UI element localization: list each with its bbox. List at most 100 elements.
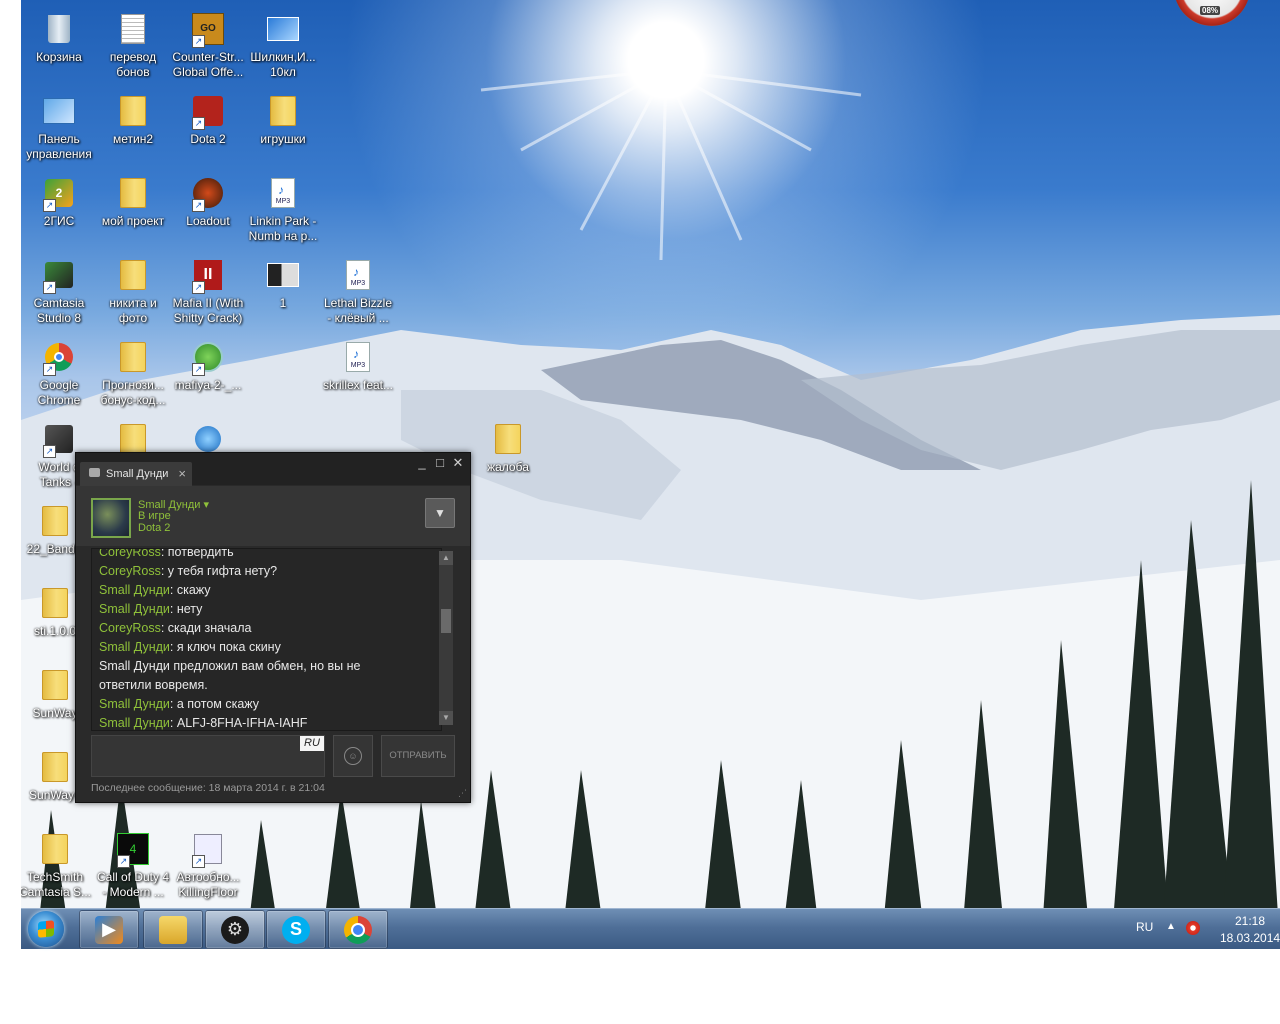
desktop-icon-lethal-bizzle[interactable]: ♪ MP3 Lethal Bizzle - клёвый ... [320,258,396,338]
scroll-up-icon[interactable]: ▲ [439,551,453,565]
chat-message: Small Дунди: я ключ пока скину [92,638,441,657]
desktop-icon-camtasia[interactable]: ↗ Camtasia Studio 8 [21,258,97,338]
image-file-icon [266,258,300,292]
clock-date[interactable]: 18.03.2014 [1220,931,1280,945]
message-text: у тебя гифта нету? [167,564,278,578]
desktop-icon-loadout[interactable]: ↗ Loadout [170,176,246,256]
taskbar-steam[interactable]: ⚙ [205,910,265,949]
message-text: а потом скажу [176,697,260,711]
recycle-bin-icon [42,12,76,46]
desktop-icon-moy-proekt[interactable]: мой проект [95,176,171,256]
taskbar-chrome[interactable] [328,910,388,949]
desktop-icon-1[interactable]: 1 [245,258,321,338]
desktop-icon-cod4[interactable]: 4 ↗ Call of Duty 4 - Modern ... [95,832,171,912]
desktop-icon-mafia2[interactable]: II ↗ Mafia II (With Shitty Crack) [170,258,246,338]
message-separator: : [169,640,177,654]
show-hidden-icons-icon[interactable]: ▲ [1166,921,1176,932]
close-tab-icon[interactable]: × [178,462,186,486]
desktop-icon-zhaloba[interactable]: жалоба [470,422,546,502]
desktop-icon-mafiya-torrent[interactable]: ↗ mafiya-2-_... [170,340,246,420]
message-author: Small Дунди [99,602,170,616]
desktop-icon-label: Прогнози... бонус-код... [100,378,166,407]
chat-tab[interactable]: Small Дунди × [80,462,192,486]
desktop-icon-csgo[interactable]: GO ↗ Counter-Str... Global Offe... [170,12,246,92]
message-separator: : [169,697,177,711]
message-author: Small Дунди [99,640,170,654]
folder-icon [491,422,525,456]
folder-icon [38,832,72,866]
trade-offer-notice: Small Дунди предложил вам обмен, но вы н… [99,659,361,692]
mp3-file-icon: ♪ MP3 [266,176,300,210]
chat-message-input[interactable] [91,735,325,777]
taskbar-explorer[interactable] [143,910,203,949]
chat-tab-label: Small Дунди [106,468,169,480]
chat-message: CoreyRoss: скади значала [92,619,441,638]
message-separator: : [160,564,168,578]
cod4-icon: 4 ↗ [116,832,150,868]
send-button[interactable]: ОТПРАВИТЬ [381,735,455,777]
avatar[interactable] [91,498,131,538]
desktop-icon-label: Camtasia Studio 8 [33,296,85,325]
image-file-icon [266,12,300,46]
desktop-icon-google-chrome[interactable]: ↗ Google Chrome [21,340,97,420]
csgo-icon: GO ↗ [191,12,225,48]
minimize-icon[interactable]: _ [414,455,430,471]
resize-grip-icon[interactable]: ⋰ [458,788,467,799]
folder-icon [266,94,300,128]
chat-options-button[interactable]: ▼ [425,498,455,528]
input-language-indicator[interactable]: RU [1136,920,1153,934]
steam-chat-window[interactable]: Small Дунди × _ □ ✕ Small Дунди ▾ В игре… [75,452,471,803]
desktop-icon-metin2[interactable]: метин2 [95,94,171,174]
control-panel-icon [42,94,76,128]
desktop-icon-label: mafiya-2-_... [174,378,242,392]
scroll-thumb[interactable] [441,609,451,633]
desktop-icon-igrushki[interactable]: игрушки [245,94,321,174]
close-icon[interactable]: ✕ [450,455,466,471]
message-author: Small Дунди [99,716,170,730]
taskbar-media-player[interactable]: ▶ [79,910,139,949]
input-language-badge: RU [300,736,324,751]
desktop-icon-label: Шилкин,И... 10кл [250,50,316,79]
desktop-icon-shilkin[interactable]: Шилкин,И... 10кл [245,12,321,92]
desktop-icon-control-panel[interactable]: Панель управления [21,94,97,174]
chat-log[interactable]: CoreyRoss: потвердить CoreyRoss: у тебя … [91,548,442,731]
dota2-icon: ↗ [191,94,225,130]
emoticon-button[interactable]: ☺ [333,735,373,777]
folder-icon [38,668,72,702]
folder-icon [116,94,150,128]
message-separator: : [169,602,177,616]
mp3-file-icon: ♪ MP3 [341,340,375,374]
maximize-icon[interactable]: □ [432,455,448,471]
world-of-tanks-icon: ↗ [42,422,76,458]
clock-time[interactable]: 21:18 [1220,914,1280,928]
folder-icon [116,422,150,456]
desktop-icon-2gis[interactable]: 2 ↗ 2ГИС [21,176,97,256]
desktop-icon-recycle-bin[interactable]: Корзина [21,12,97,92]
desktop-icon-techsmith[interactable]: TechSmith Camtasia S... [21,832,93,912]
desktop-icon-killingfloor[interactable]: ↗ Автообно... KillingFloor [170,832,246,912]
desktop-icon-linkin-park[interactable]: ♪ MP3 Linkin Park - Numb на р... [245,176,321,256]
message-text: ALFJ-8FHA-IFHA-IAHF [176,716,308,730]
chat-titlebar[interactable]: Small Дунди × _ □ ✕ [76,453,470,486]
desktop-icon-prognozi[interactable]: Прогнози... бонус-код... [95,340,171,420]
chat-scrollbar[interactable]: ▲ ▼ [439,551,453,725]
tray-app-icon[interactable] [1186,921,1200,935]
desktop-icon-label: перевод бонов [109,50,157,79]
message-text: скажу [176,583,211,597]
start-button[interactable] [28,911,64,947]
scroll-down-icon[interactable]: ▼ [439,711,453,725]
desktop-icon-nikita-foto[interactable]: никита и фото [95,258,171,338]
desktop-icon-label: 2ГИС [43,214,75,228]
desktop-icon-label: игрушки [260,132,306,146]
mp3-file-icon: ♪ MP3 [341,258,375,292]
desktop-icon-skrillex[interactable]: ♪ MP3 skrillex feat... [320,340,396,420]
media-player-icon: ▶ [95,915,123,944]
taskbar-skype[interactable]: S [266,910,326,949]
desktop-icon-label: Корзина [36,50,82,64]
friend-game: Dota 2 [138,522,171,534]
desktop-icon-perevod-bonov[interactable]: перевод бонов [95,12,171,92]
2gis-icon: 2 ↗ [42,176,76,212]
camtasia-icon: ↗ [42,258,76,294]
desktop-icon-dota2[interactable]: ↗ Dota 2 [170,94,246,174]
gadget-value: 08% [1200,6,1221,15]
